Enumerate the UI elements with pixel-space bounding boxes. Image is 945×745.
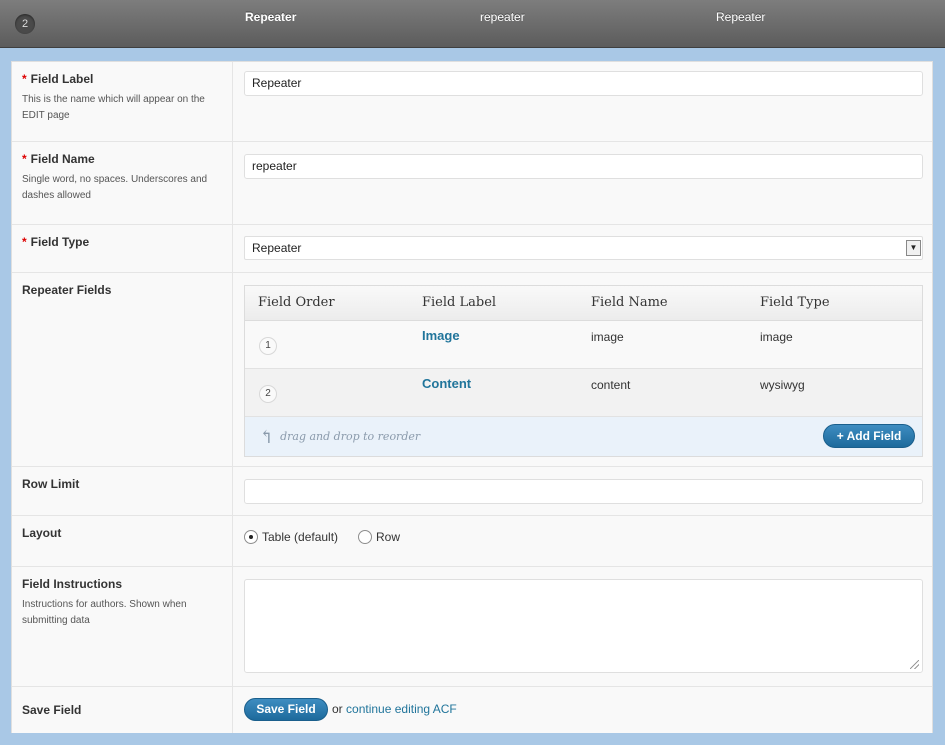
drag-hint: ↰ drag and drop to reorder — [259, 427, 421, 448]
repeater-fields-table: Field Order Field Label Field Name Field… — [244, 285, 923, 457]
layout-option-table[interactable]: Table (default) — [244, 530, 338, 544]
save-field-title: Save Field — [22, 703, 82, 717]
table-header: Field Order Field Label Field Name Field… — [245, 286, 922, 321]
layout-option-row[interactable]: Row — [358, 530, 400, 544]
repeater-fields-row: Repeater Fields Field Order Field Label … — [12, 273, 932, 467]
field-instructions-row: Field Instructions Instructions for auth… — [12, 567, 932, 687]
sub-field-type: image — [760, 330, 793, 344]
required-mark: * — [22, 152, 27, 166]
field-header-bar[interactable]: 2 Repeater repeater Repeater — [0, 0, 945, 48]
field-instructions-textarea[interactable] — [244, 579, 923, 673]
table-row[interactable]: 1 Image image image — [245, 321, 922, 369]
field-type-title: Field Type — [30, 235, 90, 249]
dropdown-arrow-icon[interactable]: ▼ — [906, 240, 921, 256]
field-type-row: * Field Type Repeater ▼ — [12, 225, 932, 273]
row-limit-row: Row Limit — [12, 467, 932, 516]
row-limit-input[interactable] — [244, 479, 923, 504]
field-type-select[interactable]: Repeater ▼ — [244, 236, 923, 260]
sub-field-name: image — [591, 330, 624, 344]
resize-grip-icon[interactable] — [910, 660, 919, 669]
field-instructions-title: Field Instructions — [22, 577, 123, 591]
continue-editing-link[interactable]: continue editing ACF — [346, 702, 457, 716]
column-header-label: Field Label — [422, 295, 497, 310]
header-field-type: Repeater — [716, 10, 766, 24]
header-field-label[interactable]: Repeater — [245, 10, 296, 24]
field-order-badge: 2 — [15, 14, 35, 34]
add-field-button[interactable]: + Add Field — [823, 424, 915, 448]
or-text: or — [332, 702, 343, 716]
sub-field-label-link[interactable]: Image — [422, 328, 460, 343]
sub-field-type: wysiwyg — [760, 378, 805, 392]
field-settings-panel: * Field Label This is the name which will… — [11, 61, 933, 733]
layout-label-cell: Layout — [12, 516, 233, 566]
required-mark: * — [22, 235, 27, 249]
layout-title: Layout — [22, 526, 62, 540]
table-row[interactable]: 2 Content content wysiwyg — [245, 369, 922, 417]
field-name-input[interactable]: repeater — [244, 154, 923, 179]
repeater-fields-title: Repeater Fields — [22, 283, 112, 297]
column-header-name: Field Name — [591, 295, 668, 310]
required-mark: * — [22, 72, 27, 86]
field-name-title: Field Name — [30, 152, 95, 166]
table-footer: ↰ drag and drop to reorder + Add Field — [245, 417, 922, 456]
save-field-label-cell: Save Field — [12, 687, 233, 733]
layout-row: Layout Table (default) Row — [12, 516, 932, 567]
field-label-label-cell: * Field Label This is the name which will… — [12, 62, 233, 141]
sub-field-label-link[interactable]: Content — [422, 376, 471, 391]
field-name-row: * Field Name Single word, no spaces. Unde… — [12, 142, 932, 225]
field-label-description: This is the name which will appear on th… — [22, 94, 205, 121]
field-label-input[interactable]: Repeater — [244, 71, 923, 96]
field-name-description: Single word, no spaces. Underscores and … — [22, 174, 208, 201]
field-type-label-cell: * Field Type — [12, 225, 233, 272]
header-field-name: repeater — [480, 10, 525, 24]
repeater-fields-label-cell: Repeater Fields — [12, 273, 233, 466]
row-limit-label-cell: Row Limit — [12, 467, 233, 515]
save-field-row: Save Field Save Field or continue editin… — [12, 687, 932, 733]
field-name-label-cell: * Field Name Single word, no spaces. Unde… — [12, 142, 233, 224]
row-limit-title: Row Limit — [22, 477, 80, 491]
field-label-row: * Field Label This is the name which will… — [12, 62, 932, 142]
radio-selected-icon[interactable] — [244, 530, 258, 544]
curved-arrow-icon: ↰ — [259, 427, 275, 448]
column-header-type: Field Type — [760, 295, 830, 310]
save-field-button[interactable]: Save Field — [244, 698, 328, 721]
field-label-title: Field Label — [30, 72, 94, 86]
field-instructions-description: Instructions for authors. Shown when sub… — [22, 599, 187, 626]
field-type-selected: Repeater — [252, 241, 302, 255]
radio-unselected-icon[interactable] — [358, 530, 372, 544]
sub-field-name: content — [591, 378, 631, 392]
order-badge[interactable]: 1 — [259, 337, 277, 355]
order-badge[interactable]: 2 — [259, 385, 277, 403]
column-header-order: Field Order — [258, 295, 335, 310]
field-instructions-label-cell: Field Instructions Instructions for auth… — [12, 567, 233, 686]
